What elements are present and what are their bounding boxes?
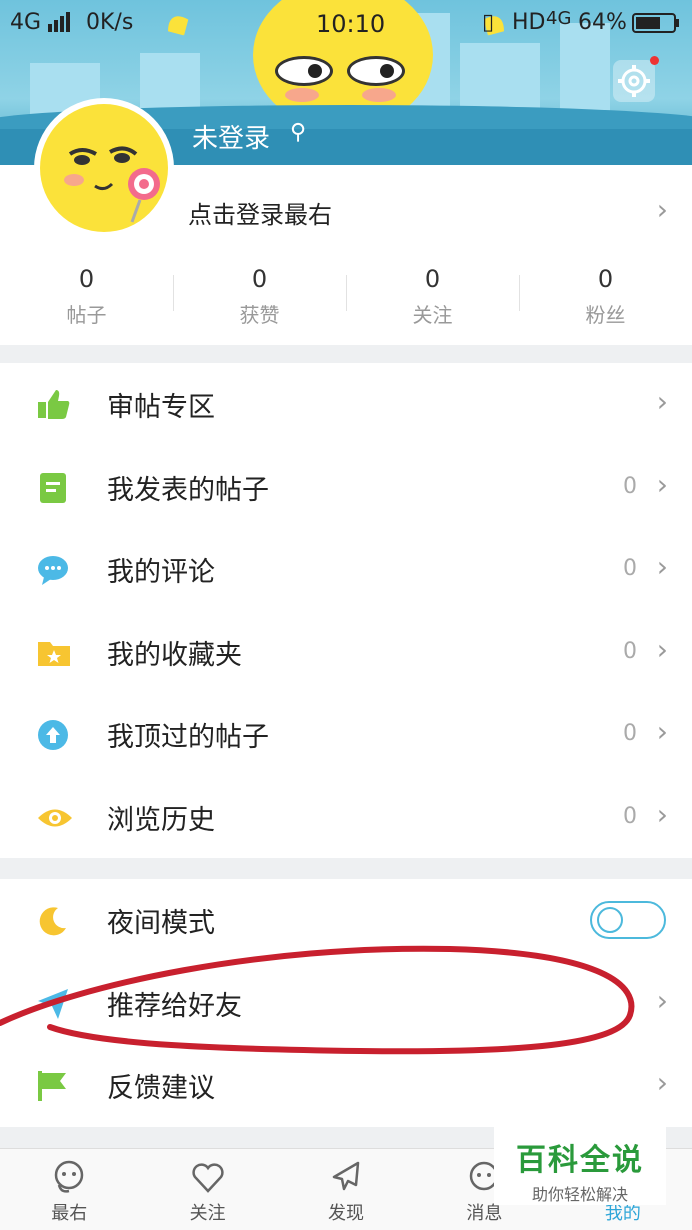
battery-icon	[632, 13, 680, 39]
menu-item-favorites[interactable]: 我的收藏夹 0 ›	[0, 611, 692, 694]
stat-label: 帖子	[66, 303, 107, 327]
stat-label: 关注	[412, 303, 453, 327]
menu-item-count: 0	[623, 638, 637, 664]
comment-icon	[38, 555, 68, 585]
thumbs-up-icon	[38, 390, 70, 420]
send-icon	[38, 988, 68, 1019]
home-face-icon	[54, 1160, 84, 1193]
mascot-eye	[347, 56, 405, 86]
menu-item-my-comments[interactable]: 我的评论 0 ›	[0, 528, 692, 611]
menu-item-label: 推荐给好友	[107, 990, 242, 1022]
stat-fans[interactable]: 0 粉丝	[519, 265, 692, 335]
stat-value: 0	[251, 265, 268, 293]
upvote-icon	[38, 720, 68, 750]
menu-item-feedback[interactable]: 反馈建议 ›	[0, 1044, 692, 1127]
settings-section: 夜间模式 推荐给好友 › 反馈建议 ›	[0, 879, 692, 1127]
folder-star-icon	[38, 638, 70, 668]
menu-item-night-mode: 夜间模式	[0, 879, 692, 962]
battery-level: 64%	[578, 10, 627, 35]
notification-dot	[650, 56, 659, 65]
menu-item-label: 反馈建议	[107, 1073, 215, 1104]
stat-likes[interactable]: 0 获赞	[173, 265, 346, 335]
hd-indicator: HD	[512, 10, 546, 35]
moon-icon	[38, 906, 68, 936]
chevron-right-icon: ›	[656, 1066, 668, 1099]
menu-item-count: 0	[623, 803, 637, 829]
menu-item-my-posts[interactable]: 我发表的帖子 0 ›	[0, 446, 692, 529]
stat-value: 0	[424, 265, 441, 293]
tab-discover[interactable]: 发现	[277, 1149, 415, 1230]
chevron-right-icon: ›	[656, 550, 668, 583]
menu-item-upvoted[interactable]: 我顶过的帖子 0 ›	[0, 693, 692, 776]
profile-stats: 0 帖子 0 获赞 0 关注 0 粉丝	[0, 265, 692, 335]
tab-follow[interactable]: 关注	[138, 1149, 276, 1230]
tab-label: 发现	[328, 1203, 365, 1224]
username[interactable]: 未登录	[192, 118, 270, 155]
chevron-right-icon: ›	[656, 193, 668, 226]
menu-item-label: 我的评论	[107, 557, 215, 588]
chevron-right-icon: ›	[656, 467, 668, 501]
eye-icon	[38, 803, 72, 833]
chevron-right-icon: ›	[656, 797, 668, 831]
stat-value: 0	[78, 265, 95, 293]
chevron-right-icon: ›	[656, 983, 668, 1017]
stat-label: 粉丝	[585, 303, 626, 327]
stat-value: 0	[597, 265, 614, 293]
status-bar: 4G 0K/s 10:10 ▯ HD 4G 64%	[0, 0, 692, 50]
menu-item-history[interactable]: 浏览历史 0 ›	[0, 776, 692, 859]
mascot-eye	[275, 56, 333, 86]
menu-item-label: 浏览历史	[107, 804, 215, 836]
menu-item-recommend[interactable]: 推荐给好友 ›	[0, 962, 692, 1045]
tab-home[interactable]: 最右	[0, 1149, 138, 1230]
chevron-right-icon: ›	[656, 632, 668, 666]
avatar[interactable]	[34, 98, 174, 238]
toggle-knob	[597, 907, 623, 933]
menu-item-label: 我的收藏夹	[107, 639, 242, 671]
tab-label: 最右	[51, 1203, 88, 1224]
watermark: 百科全说 助你轻松解决	[494, 1125, 666, 1205]
heart-icon	[191, 1163, 224, 1193]
document-icon	[38, 472, 68, 503]
flag-icon	[38, 1071, 68, 1101]
menu-item-review[interactable]: 审帖专区 ›	[0, 363, 692, 446]
clock: 10:10	[316, 10, 386, 38]
stat-label: 获赞	[239, 303, 280, 327]
watermark-subtitle: 助你轻松解决	[531, 1185, 628, 1204]
male-icon: ⚲	[290, 120, 307, 145]
watermark-title: 百科全说	[516, 1143, 644, 1178]
stat-posts[interactable]: 0 帖子	[0, 265, 173, 335]
network-type: 4G	[10, 10, 42, 35]
chevron-right-icon: ›	[656, 385, 668, 418]
mascot-blush	[285, 88, 319, 102]
menu-item-label: 我发表的帖子	[107, 474, 269, 506]
settings-gear-icon[interactable]	[613, 60, 655, 102]
menu-item-label: 夜间模式	[107, 908, 215, 939]
menu-item-label: 审帖专区	[107, 392, 215, 423]
menu-item-count: 0	[623, 556, 637, 581]
menu-section: 审帖专区 › 我发表的帖子 0 › 我的评论 0 › 我的收藏夹 0 › 我顶过…	[0, 363, 692, 858]
night-mode-toggle[interactable]	[590, 901, 666, 939]
stat-following[interactable]: 0 关注	[346, 265, 519, 335]
vibrate-icon: ▯	[482, 10, 495, 35]
menu-item-count: 0	[623, 721, 637, 746]
plane-icon	[332, 1161, 360, 1191]
menu-item-label: 我顶过的帖子	[107, 722, 269, 753]
network-speed: 0K/s	[86, 10, 134, 35]
menu-item-count: 0	[623, 473, 637, 499]
mascot-blush	[362, 88, 396, 102]
chevron-right-icon: ›	[656, 715, 668, 748]
signal-icon	[48, 12, 70, 38]
login-hint[interactable]: 点击登录最右	[188, 195, 332, 230]
tab-label: 关注	[189, 1203, 226, 1224]
network-type-2: 4G	[546, 8, 572, 29]
